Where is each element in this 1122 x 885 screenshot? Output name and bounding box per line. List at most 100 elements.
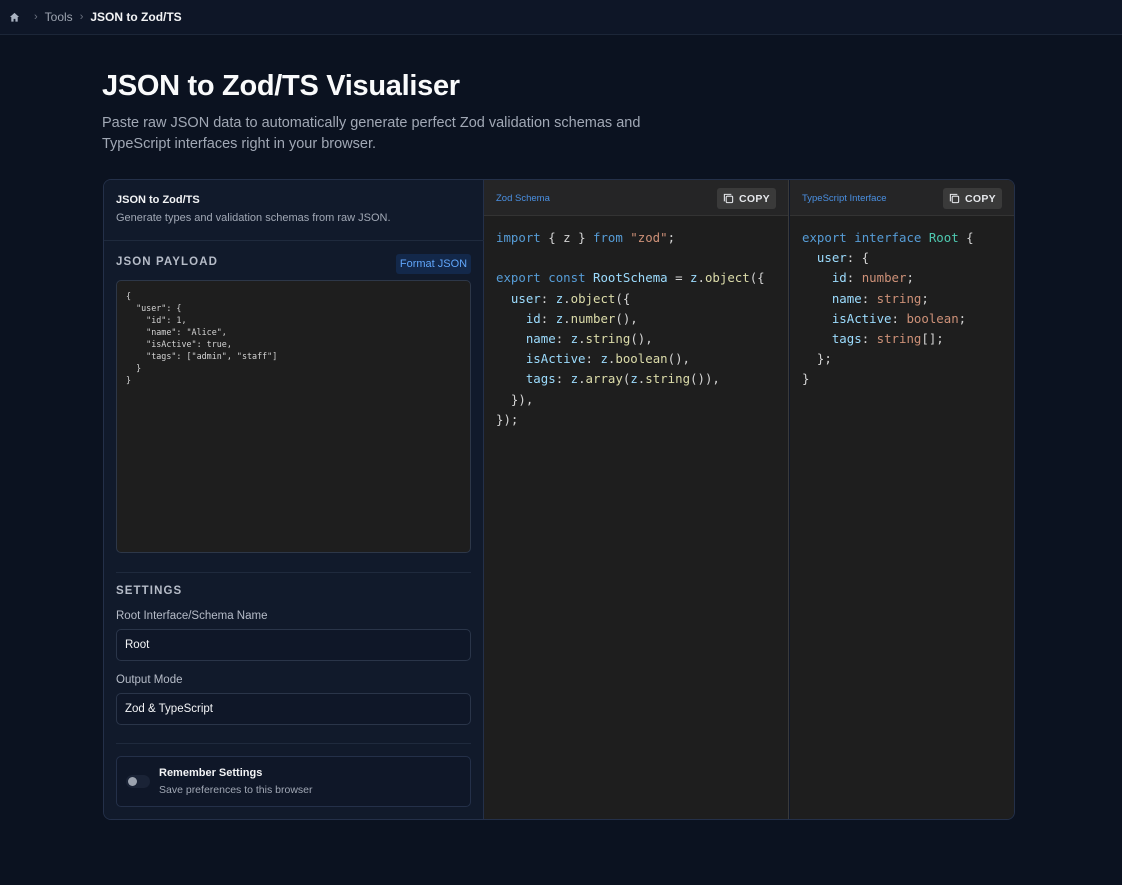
- divider: [116, 572, 471, 573]
- remember-settings-title: Remember Settings: [159, 767, 263, 779]
- code-token: .: [697, 270, 705, 286]
- tool-header: JSON to Zod/TS Generate types and valida…: [104, 180, 484, 241]
- zod-code-output[interactable]: import { z } from "zod"; export const Roo…: [496, 228, 765, 430]
- code-token: number: [570, 310, 616, 326]
- code-token: .: [563, 290, 571, 306]
- code-token: });: [496, 411, 519, 427]
- code-token: (),: [615, 310, 638, 326]
- code-token: :: [861, 290, 877, 306]
- code-token: z: [600, 351, 608, 367]
- breadcrumb-current: JSON to Zod/TS: [90, 10, 182, 24]
- code-token: ({: [749, 270, 765, 286]
- copy-ts-button[interactable]: COPY: [943, 188, 1002, 209]
- toggle-knob: [128, 777, 137, 786]
- code-line: tags: z.array(z.string()),: [496, 369, 765, 389]
- code-token: tags: [525, 371, 556, 387]
- code-token: "zod": [630, 230, 668, 245]
- output-mode-select[interactable]: Zod & TypeScript: [116, 693, 471, 725]
- home-icon[interactable]: [8, 11, 20, 23]
- code-line: };: [802, 349, 974, 369]
- json-payload-input[interactable]: { "user": { "id": 1, "name": "Alice", "i…: [116, 280, 471, 553]
- code-token: {: [958, 230, 974, 245]
- code-token: object: [704, 270, 750, 286]
- code-token: .: [578, 371, 586, 387]
- code-line: });: [496, 410, 765, 430]
- tool-description: Generate types and validation schemas fr…: [116, 212, 391, 224]
- code-token: .: [563, 310, 571, 326]
- code-token: }: [802, 371, 810, 387]
- remember-settings-toggle[interactable]: [126, 775, 150, 788]
- code-token: export: [802, 230, 847, 245]
- code-token: name: [831, 290, 862, 306]
- root-name-input[interactable]: Root: [116, 629, 471, 661]
- copy-zod-button[interactable]: COPY: [717, 188, 776, 209]
- chevron-right-icon: ›: [34, 11, 38, 23]
- chevron-right-icon: ›: [79, 11, 84, 23]
- code-token: z: [570, 330, 579, 346]
- root-name-value: Root: [125, 639, 150, 651]
- code-line: id: number;: [802, 268, 974, 288]
- code-token: from: [592, 230, 623, 245]
- output-mode-value: Zod & TypeScript: [125, 703, 213, 715]
- settings-label: SETTINGS: [116, 585, 183, 597]
- code-token: interface: [854, 230, 922, 245]
- code-token: :: [585, 351, 601, 367]
- code-token: id: [831, 270, 847, 286]
- zod-pane-title: Zod Schema: [496, 193, 550, 204]
- json-payload-label: JSON PAYLOAD: [116, 256, 219, 268]
- code-token: string: [876, 290, 922, 306]
- code-token: ;: [921, 290, 929, 306]
- output-mode-label: Output Mode: [116, 674, 183, 686]
- code-token: boolean: [615, 351, 668, 367]
- tool-name: JSON to Zod/TS: [116, 194, 200, 206]
- ts-code-output[interactable]: export interface Root { user: { id: numb…: [802, 228, 974, 390]
- code-token: (),: [667, 351, 690, 367]
- code-token: number: [861, 270, 907, 286]
- copy-zod-label: COPY: [739, 192, 770, 205]
- code-token: z: [630, 371, 638, 387]
- code-token: ;: [667, 230, 676, 245]
- remember-settings-card: Remember Settings Save preferences to th…: [116, 756, 471, 807]
- code-token: user: [816, 250, 847, 266]
- ts-interface-pane: TypeScript Interface COPY export interfa…: [790, 180, 1014, 819]
- code-token: :: [540, 310, 556, 326]
- code-line: id: z.number(),: [496, 309, 765, 329]
- code-token: name: [525, 330, 556, 346]
- page-title: JSON to Zod/TS Visualiser: [102, 70, 460, 102]
- breadcrumb-tools-link[interactable]: Tools: [45, 10, 73, 24]
- code-line: user: {: [802, 248, 974, 268]
- divider: [116, 743, 471, 744]
- code-line: user: z.object({: [496, 289, 765, 309]
- code-token: isActive: [831, 310, 892, 326]
- code-token: user: [510, 290, 541, 306]
- code-token: }),: [496, 391, 534, 407]
- tool-card: JSON to Zod/TS Generate types and valida…: [103, 179, 1015, 820]
- code-line: tags: string[];: [802, 329, 974, 349]
- code-token: :: [555, 330, 571, 346]
- zod-schema-pane: Zod Schema COPY import { z } from "zod";…: [484, 180, 789, 819]
- zod-pane-header: Zod Schema COPY: [484, 180, 788, 216]
- code-line: isActive: boolean;: [802, 309, 974, 329]
- code-token: RootSchema: [593, 270, 668, 286]
- copy-icon: [949, 193, 960, 204]
- ts-pane-title: TypeScript Interface: [802, 193, 887, 204]
- code-token: object: [570, 290, 616, 306]
- format-json-button[interactable]: Format JSON: [396, 254, 471, 274]
- page-subtitle: Paste raw JSON data to automatically gen…: [102, 115, 641, 152]
- code-token: .: [578, 330, 586, 346]
- code-token: const: [548, 270, 586, 286]
- code-line: import { z } from "zod";: [496, 228, 765, 248]
- code-token: };: [802, 351, 832, 367]
- code-token: :: [891, 310, 907, 326]
- code-token: ({: [615, 290, 631, 306]
- code-line: export const RootSchema = z.object({: [496, 268, 765, 288]
